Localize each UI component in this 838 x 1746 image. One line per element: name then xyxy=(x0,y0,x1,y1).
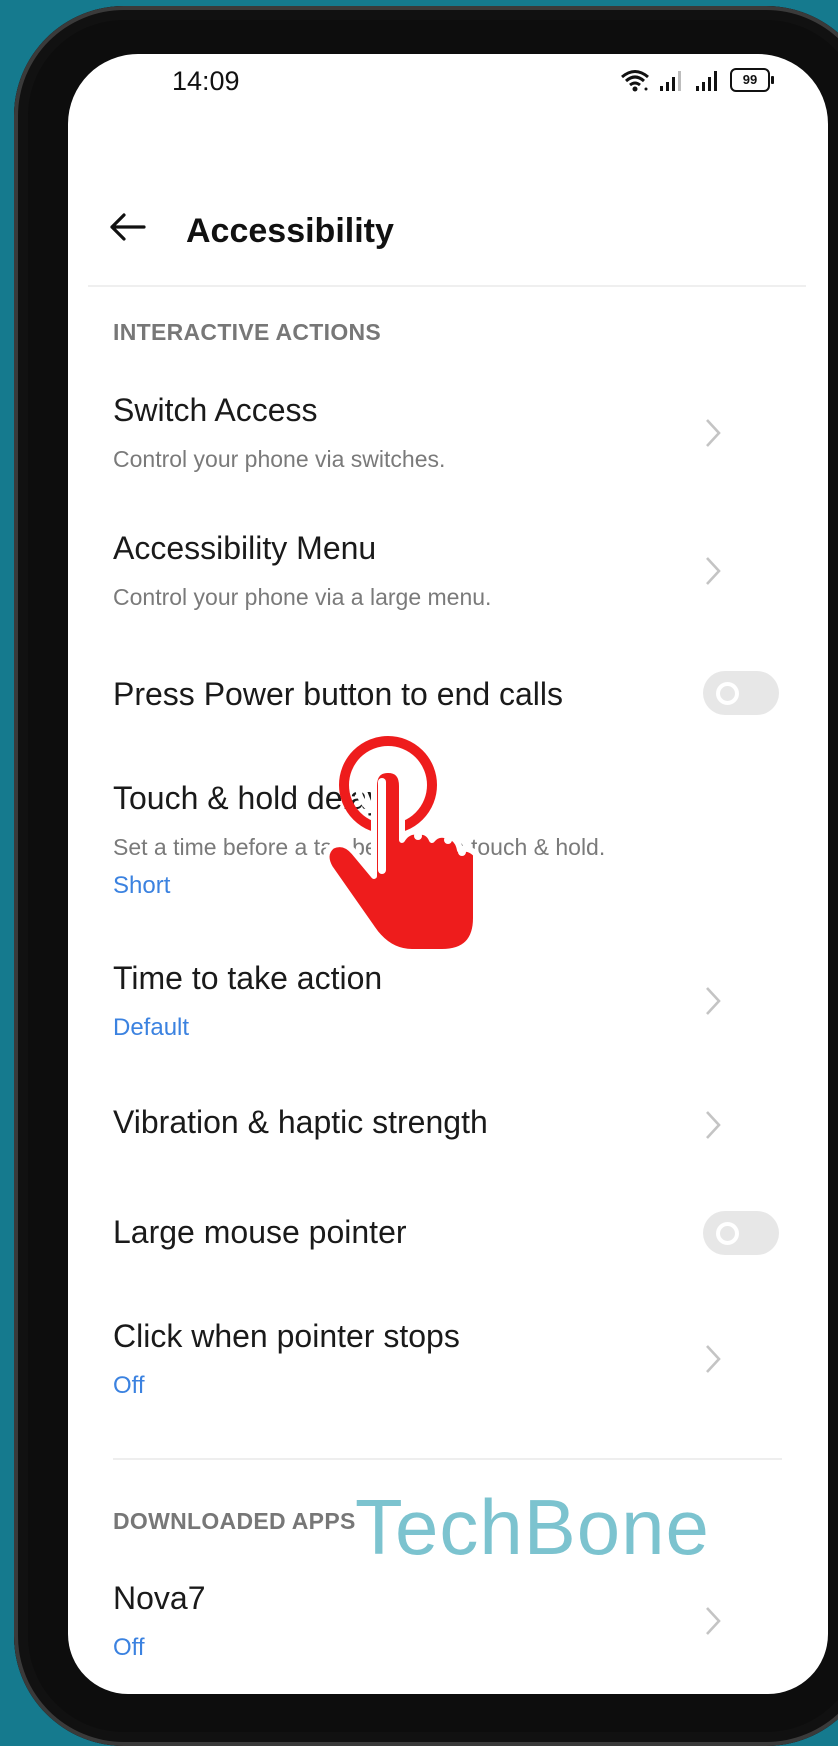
watermark-text: TechBone xyxy=(355,1483,710,1571)
arrow-left-icon[interactable] xyxy=(108,212,146,242)
switch-access-row[interactable]: Switch Access Control your phone via swi… xyxy=(68,354,828,474)
app-header: Accessibility xyxy=(68,174,828,284)
large-pointer-toggle[interactable] xyxy=(703,1211,779,1255)
section-divider xyxy=(113,1458,782,1460)
signal-icon xyxy=(696,71,717,91)
chevron-right-icon xyxy=(706,557,721,585)
battery-icon: 99 xyxy=(730,68,774,92)
signal-icon xyxy=(660,71,681,91)
status-time: 14:09 xyxy=(172,66,240,96)
page-title: Accessibility xyxy=(186,212,394,250)
chevron-right-icon xyxy=(706,1111,721,1139)
chevron-right-icon xyxy=(706,987,721,1015)
accessibility-menu-subtitle: Control your phone via a large menu. xyxy=(113,584,492,610)
chevron-right-icon xyxy=(706,1607,721,1635)
switch-access-title: Switch Access xyxy=(113,392,318,428)
header-divider xyxy=(88,285,806,287)
chevron-right-icon xyxy=(706,1345,721,1373)
status-bar: 14:09 99 xyxy=(68,54,828,114)
click-pointer-value: Off xyxy=(113,1372,145,1399)
nova7-title: Nova7 xyxy=(113,1580,206,1616)
chevron-right-icon xyxy=(706,419,721,447)
click-pointer-stops-row[interactable]: Click when pointer stops Off xyxy=(68,1284,828,1424)
accessibility-menu-row[interactable]: Accessibility Menu Control your phone vi… xyxy=(68,494,828,614)
switch-access-subtitle: Control your phone via switches. xyxy=(113,446,446,472)
large-mouse-pointer-row[interactable]: Large mouse pointer xyxy=(68,1184,828,1284)
section-title-interactive: INTERACTIVE ACTIONS xyxy=(113,319,382,345)
touch-hold-value: Short xyxy=(113,872,171,899)
click-pointer-title: Click when pointer stops xyxy=(113,1318,460,1354)
wifi-icon xyxy=(621,70,649,92)
accessibility-menu-title: Accessibility Menu xyxy=(113,530,377,566)
vibration-title: Vibration & haptic strength xyxy=(113,1104,488,1140)
time-to-act-title: Time to take action xyxy=(113,960,383,996)
time-to-act-value: Default xyxy=(113,1014,190,1041)
tap-hand-icon xyxy=(323,736,479,955)
press-power-toggle[interactable] xyxy=(703,671,779,715)
nova7-value: Off xyxy=(113,1634,145,1661)
large-pointer-title: Large mouse pointer xyxy=(113,1214,407,1250)
section-title-downloaded: DOWNLOADED APPS xyxy=(113,1508,356,1534)
vibration-row[interactable]: Vibration & haptic strength xyxy=(68,1074,828,1174)
status-icons: 99 xyxy=(620,68,774,92)
